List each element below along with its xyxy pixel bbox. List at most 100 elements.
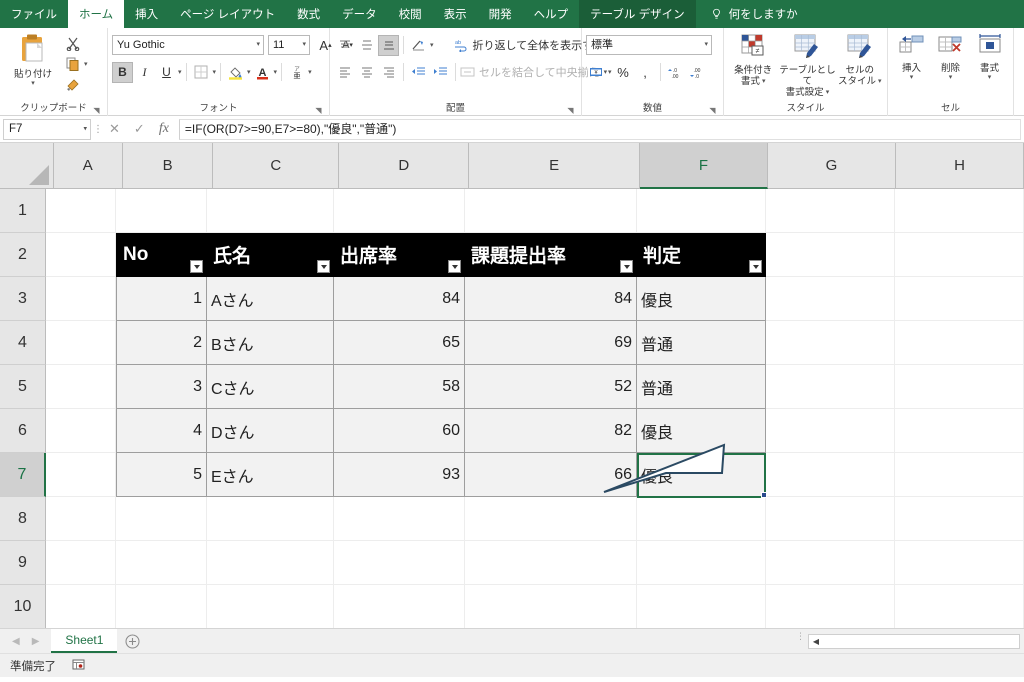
font-name-chevron-down-icon[interactable]: ▾ [256,36,260,54]
row-header-9[interactable]: 9 [0,541,46,585]
cell-d6[interactable]: 60 [334,409,465,453]
cell-d4[interactable]: 65 [334,321,465,365]
paste-caret-icon[interactable]: ▾ [31,80,35,87]
font-size-combo[interactable]: 11 ▾ [268,35,310,55]
cell-g8[interactable] [766,497,895,541]
paste-button[interactable]: 貼り付け ▾ [4,31,62,87]
table-header-judgement[interactable]: 判定 [637,233,766,277]
format-painter-icon[interactable] [62,74,83,95]
cell-e4[interactable]: 69 [465,321,637,365]
conditional-formatting-caret-icon[interactable]: ▾ [762,78,766,85]
fill-color-caret-icon[interactable]: ▾ [247,69,251,76]
borders-icon[interactable] [191,62,212,83]
tab-data[interactable]: データ [331,0,388,28]
cell-g4[interactable] [766,321,895,365]
cell-g2[interactable] [766,233,895,277]
accounting-format-icon[interactable]: ¥ [586,62,607,83]
cell-a2[interactable] [46,233,116,277]
table-header-name[interactable]: 氏名 [207,233,334,277]
cancel-icon[interactable]: ✕ [109,121,120,137]
row-header-3[interactable]: 3 [0,277,46,321]
row-header-6[interactable]: 6 [0,409,46,453]
cell-g3[interactable] [766,277,895,321]
cell-c8[interactable] [207,497,334,541]
cut-icon[interactable] [62,34,83,55]
cell-h6[interactable] [895,409,1024,453]
cell-d10[interactable] [334,585,465,628]
orientation-icon[interactable] [408,35,429,56]
cell-d1[interactable] [334,189,465,233]
row-header-4[interactable]: 4 [0,321,46,365]
cell-d9[interactable] [334,541,465,585]
cell-c9[interactable] [207,541,334,585]
cell-h7[interactable] [895,453,1024,497]
orientation-caret-icon[interactable]: ▾ [430,42,434,49]
fill-color-icon[interactable] [225,62,246,83]
cell-a4[interactable] [46,321,116,365]
tab-table-design[interactable]: テーブル デザイン [579,0,696,28]
row-header-5[interactable]: 5 [0,365,46,409]
cell-f7[interactable]: 優良 [637,453,766,497]
cell-e1[interactable] [465,189,637,233]
filter-button-no[interactable] [190,260,203,273]
cell-g6[interactable] [766,409,895,453]
align-bottom-icon[interactable] [378,34,399,56]
insert-cells-caret-icon[interactable]: ▾ [910,74,914,81]
copy-icon[interactable] [62,54,83,75]
cell-c4[interactable]: Bさん [207,321,334,365]
cell-g1[interactable] [766,189,895,233]
cell-f4[interactable]: 普通 [637,321,766,365]
table-header-submission[interactable]: 課題提出率 [465,233,637,277]
cell-f5[interactable]: 普通 [637,365,766,409]
row-header-10[interactable]: 10 [0,585,46,628]
cell-styles-caret-icon[interactable]: ▾ [878,78,882,85]
cell-c3[interactable]: Aさん [207,277,334,321]
delete-cells-caret-icon[interactable]: ▾ [949,74,953,81]
fill-handle[interactable] [761,492,767,498]
tab-file[interactable]: ファイル [0,0,68,28]
conditional-formatting-button[interactable]: ≠ 条件付き 書式 ▾ [728,31,778,87]
cell-a5[interactable] [46,365,116,409]
number-dialog-launcher-icon[interactable]: ◥ [708,106,717,115]
comma-style-button[interactable]: , [635,62,656,83]
horizontal-scrollbar[interactable]: ◀ [808,633,1020,649]
cell-b9[interactable] [116,541,207,585]
cell-f10[interactable] [637,585,766,628]
cell-e7[interactable]: 66 [465,453,637,497]
cell-h8[interactable] [895,497,1024,541]
italic-button[interactable]: I [134,62,155,83]
cell-b1[interactable] [116,189,207,233]
column-header-g[interactable]: G [767,143,896,189]
cell-h1[interactable] [895,189,1024,233]
underline-button[interactable]: U [156,62,177,83]
cell-a10[interactable] [46,585,116,628]
cell-a9[interactable] [46,541,116,585]
format-cells-button[interactable]: 書式 ▾ [970,31,1009,81]
cell-a6[interactable] [46,409,116,453]
formula-input[interactable]: =IF(OR(D7>=90,E7>=80),"優良","普通") [178,118,1021,140]
bold-button[interactable]: B [112,61,133,83]
row-header-1[interactable]: 1 [0,189,46,233]
format-as-table-caret-icon[interactable]: ▾ [826,89,830,96]
cell-b4[interactable]: 2 [116,321,207,365]
cell-c6[interactable]: Dさん [207,409,334,453]
filter-button-judgement[interactable] [749,260,762,273]
cell-e5[interactable]: 52 [465,365,637,409]
cell-f6[interactable]: 優良 [637,409,766,453]
alignment-dialog-launcher-icon[interactable]: ◥ [566,106,575,115]
tab-formulas[interactable]: 数式 [286,0,331,28]
format-as-table-button[interactable]: テーブルとして 書式設定 ▾ [778,31,836,98]
cell-e6[interactable]: 82 [465,409,637,453]
cell-h4[interactable] [895,321,1024,365]
cell-e9[interactable] [465,541,637,585]
tab-view[interactable]: 表示 [433,0,478,28]
cell-e8[interactable] [465,497,637,541]
cell-b6[interactable]: 4 [116,409,207,453]
underline-caret-icon[interactable]: ▾ [178,69,182,76]
accept-icon[interactable]: ✓ [134,121,145,137]
cell-b7[interactable]: 5 [116,453,207,497]
font-color-icon[interactable]: A [252,62,273,83]
table-header-attendance[interactable]: 出席率 [334,233,465,277]
column-header-h[interactable]: H [895,143,1024,189]
font-size-chevron-down-icon[interactable]: ▾ [302,36,306,54]
